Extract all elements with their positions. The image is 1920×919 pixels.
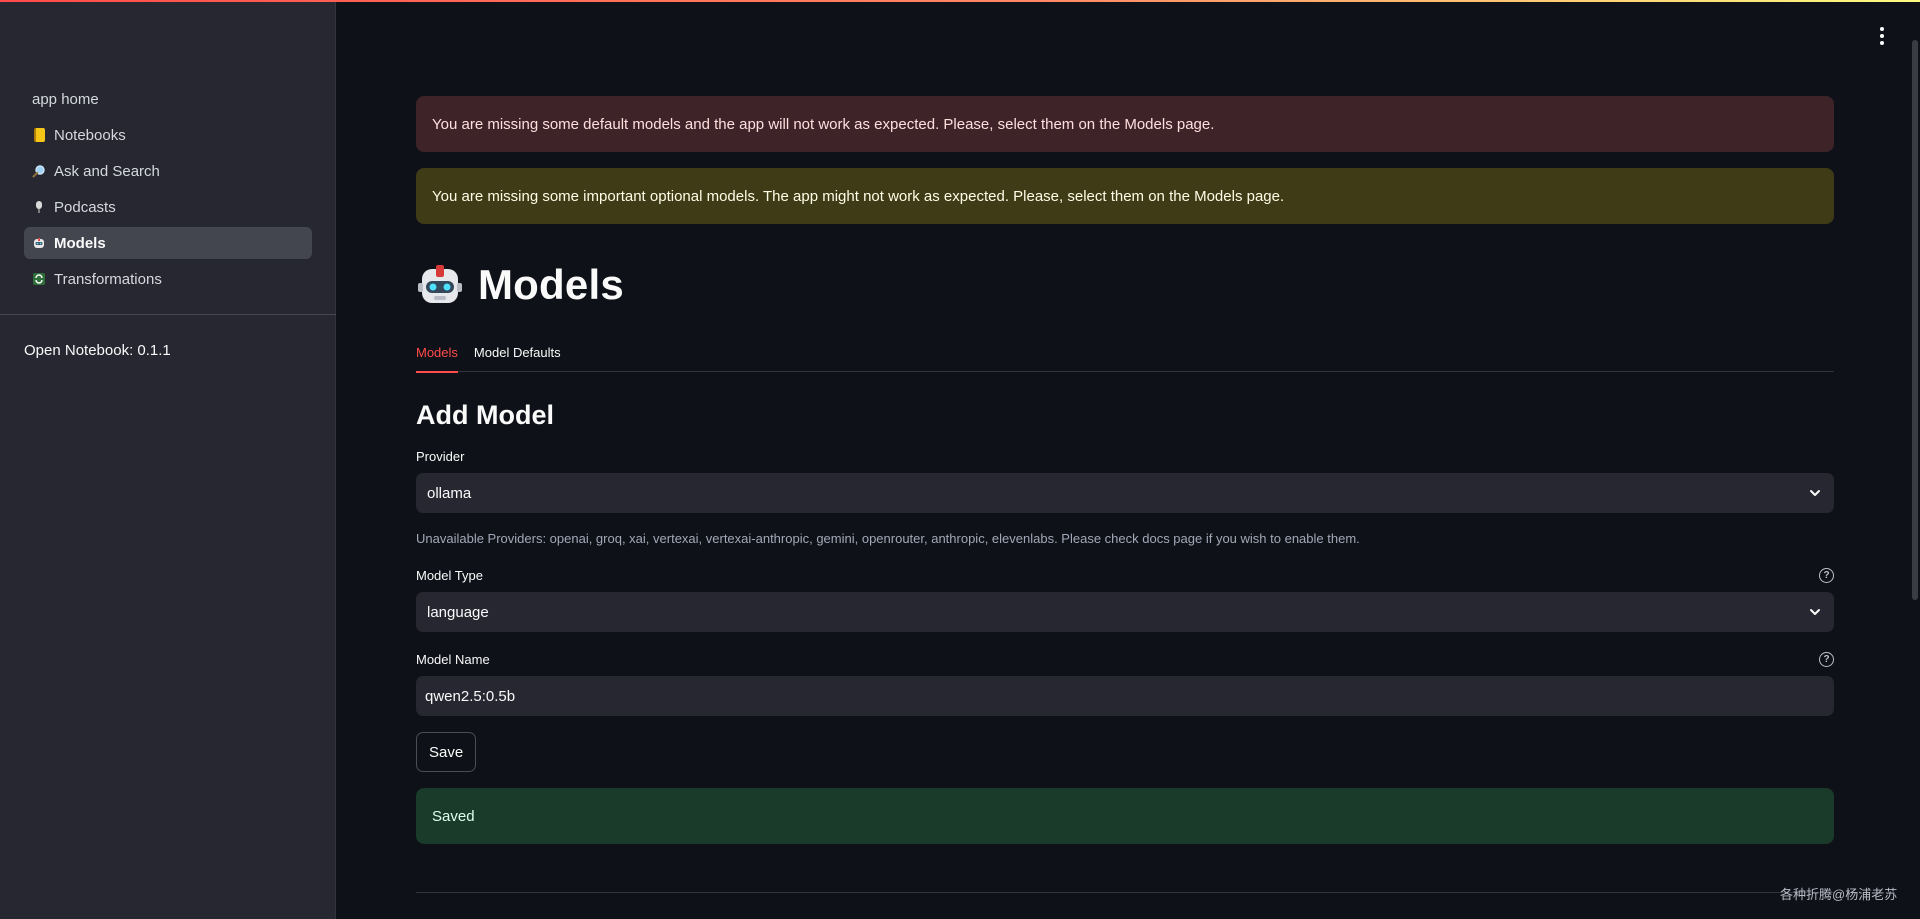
provider-label: Provider [416,448,465,464]
top-decoration-bar [0,0,1920,2]
sidebar-item-label: Ask and Search [54,162,160,180]
model-name-field: Model Name ? qwen2.5:0.5b [416,650,1834,716]
tab-models[interactable]: Models [416,346,458,373]
provider-label-row: Provider [416,447,1834,465]
provider-select-value: ollama [427,484,472,502]
cycle-arrows-icon [32,272,46,286]
error-alert: You are missing some default models and … [416,96,1834,152]
chevron-down-icon [1808,486,1822,500]
help-icon[interactable]: ? [1819,651,1834,667]
robot-icon [416,261,464,309]
sidebar-item-notebooks[interactable]: Notebooks [24,119,312,151]
sidebar-item-transformations[interactable]: Transformations [24,263,312,295]
sidebar-nav: app home Notebooks Ask and Search Podcas… [24,83,312,299]
magnifier-icon [32,164,46,178]
dot [1880,27,1884,31]
sidebar-item-app-home[interactable]: app home [24,83,312,115]
page-title: Models [478,261,624,308]
robot-icon [32,236,46,250]
sidebar-item-label: Podcasts [54,198,116,216]
model-type-label-row: Model Type ? [416,566,1834,584]
save-button[interactable]: Save [416,732,477,772]
tab-bar: Models Model Defaults [416,346,1834,373]
sidebar-item-models[interactable]: Models [24,227,312,259]
model-name-label: Model Name [416,651,490,667]
success-alert-text: Saved [432,807,475,825]
watermark: 各种折腾@杨浦老苏 [1780,887,1898,902]
error-alert-text: You are missing some default models and … [432,115,1215,133]
sidebar-item-ask-and-search[interactable]: Ask and Search [24,155,312,187]
sidebar-item-label: Transformations [54,270,162,288]
page-header: Models [416,260,1834,310]
sidebar-item-label: Models [54,234,106,252]
main-content: You are missing some default models and … [416,96,1834,893]
sidebar-item-label: app home [32,90,99,108]
sidebar-item-podcasts[interactable]: Podcasts [24,191,312,223]
dot [1880,41,1884,45]
provider-select[interactable]: ollama [416,473,1834,513]
provider-field: Provider ollama [416,447,1834,513]
section-title: Add Model [416,400,554,430]
app-version: Open Notebook: 0.1.1 [24,342,171,359]
warning-alert-text: You are missing some important optional … [432,187,1285,205]
sidebar: app home Notebooks Ask and Search Podcas… [0,0,336,919]
model-name-input-value: qwen2.5:0.5b [425,687,516,705]
model-type-select-value: language [427,603,489,621]
main-menu-button[interactable] [1872,24,1892,48]
unavailable-providers-caption: Unavailable Providers: openai, groq, xai… [416,531,1360,546]
scrollbar[interactable] [1912,40,1918,600]
tab-model-defaults[interactable]: Model Defaults [474,346,561,372]
sidebar-divider [0,314,336,315]
model-name-input[interactable]: qwen2.5:0.5b [416,676,1834,716]
model-name-label-row: Model Name ? [416,650,1834,668]
help-icon[interactable]: ? [1819,567,1834,583]
sidebar-item-label: Notebooks [54,126,126,144]
notebook-icon [32,128,46,142]
model-type-label: Model Type [416,567,483,583]
warning-alert: You are missing some important optional … [416,168,1834,224]
dot [1880,34,1884,38]
model-type-select[interactable]: language [416,592,1834,632]
model-type-field: Model Type ? language [416,566,1834,632]
chevron-down-icon [1808,605,1822,619]
content-divider [416,892,1834,893]
microphone-icon [32,200,46,214]
success-alert: Saved [416,788,1834,844]
